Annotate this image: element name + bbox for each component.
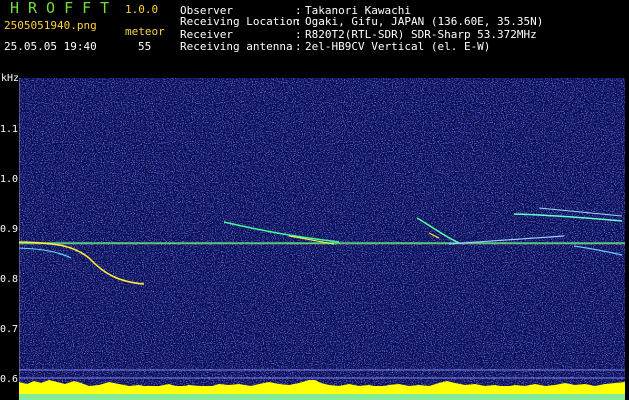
info-value: 2el-HB9CV Vertical (el. E-W): [305, 40, 491, 53]
info-value: R820T2(RTL-SDR) SDR-Sharp 53.372MHz: [305, 28, 537, 41]
info-colon: :: [295, 40, 302, 53]
info-label: Receiver: [180, 28, 233, 41]
meteor-label: meteor: [125, 25, 165, 38]
y-tick-label: 0.7: [0, 324, 19, 335]
spectrogram-noise: [19, 78, 625, 400]
info-label: Receiving Location: [180, 15, 300, 28]
info-colon: :: [295, 28, 302, 41]
app-title: HROFFT: [10, 0, 119, 17]
y-tick-label: 0.6: [0, 374, 19, 385]
date-time: 25.05.05 19:40: [4, 40, 97, 53]
spectrogram: [19, 78, 625, 400]
y-tick-label: 1.1: [0, 124, 19, 135]
y-tick-label: 0.9: [0, 224, 19, 235]
y-tick-label: 0.8: [0, 274, 19, 285]
info-label: Receiving antenna: [180, 40, 293, 53]
info-value: Ogaki, Gifu, JAPAN (136.60E, 35.35N): [305, 15, 544, 28]
y-tick-label: 1.0: [0, 174, 19, 185]
y-axis-unit: kHz: [1, 73, 20, 84]
info-colon: :: [295, 15, 302, 28]
file-name: 2505051940.png: [4, 19, 97, 32]
baseline-bottom: [19, 394, 625, 400]
meteor-count: 55: [138, 40, 152, 53]
app-version: 1.0.0: [125, 3, 159, 16]
